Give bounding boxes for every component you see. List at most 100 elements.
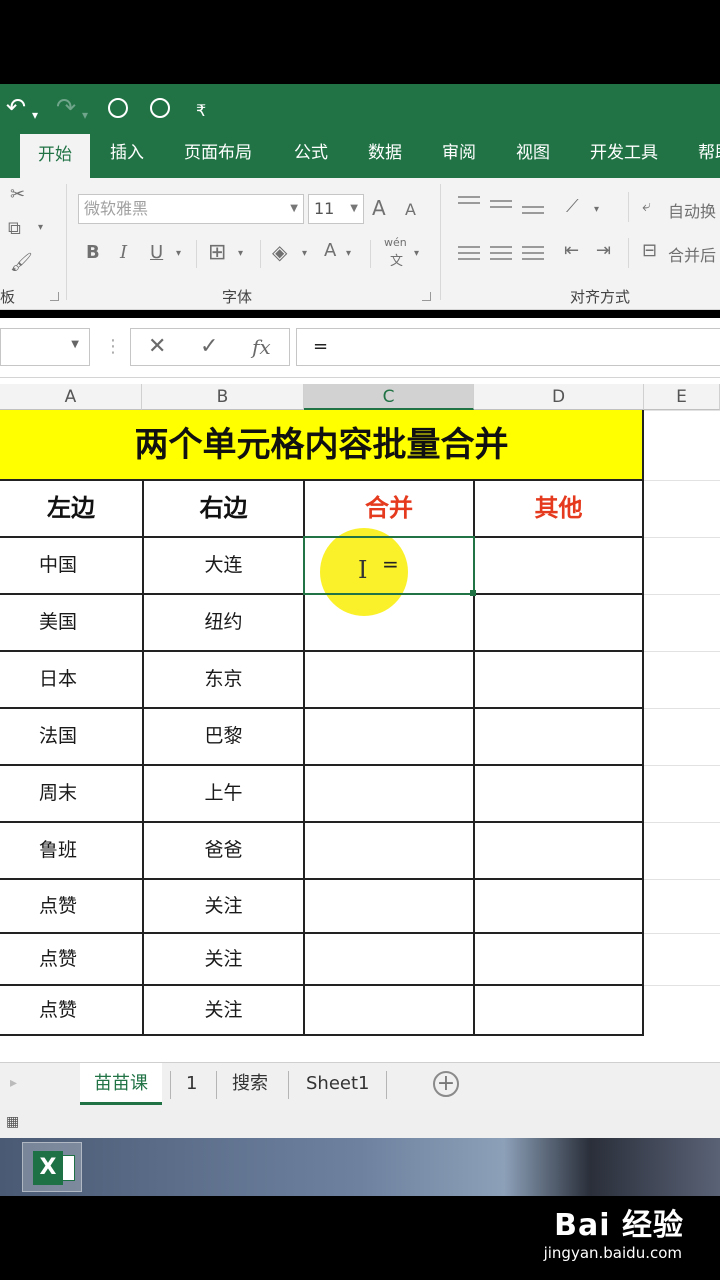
add-sheet-button[interactable]: + (433, 1071, 459, 1097)
column-header-e[interactable]: E (644, 384, 720, 410)
cell-b[interactable]: 东京 (144, 651, 303, 708)
name-box[interactable]: ▼ (0, 328, 90, 366)
cell-b[interactable]: 大连 (144, 537, 303, 594)
merge-center-button[interactable]: 合并后 (668, 242, 716, 266)
tab-insert[interactable]: 插入 (110, 132, 144, 178)
copy-icon[interactable]: ⧉ (8, 218, 21, 239)
enter-button[interactable]: ✓ (200, 328, 218, 366)
circle-icon[interactable] (150, 98, 170, 118)
cell-b[interactable]: 纽约 (144, 594, 303, 651)
cell-b[interactable]: 巴黎 (144, 708, 303, 765)
copy-dropdown-icon[interactable]: ▾ (38, 222, 43, 233)
cell-a[interactable]: 周末 (0, 765, 116, 822)
column-header-a[interactable]: A (0, 384, 142, 410)
header-merge[interactable]: 合并 (305, 480, 473, 537)
cell-b[interactable]: 关注 (144, 933, 303, 985)
sheet-tab-miaomiao[interactable]: 苗苗课 (80, 1063, 162, 1105)
cell-b[interactable]: 关注 (144, 985, 303, 1035)
orientation-dropdown-icon[interactable]: ▾ (594, 204, 599, 215)
shrink-font-button[interactable]: A (405, 200, 416, 219)
border-icon[interactable]: ⊞ (208, 240, 226, 265)
sheet-tab-1[interactable]: 1 (172, 1063, 211, 1105)
table-title[interactable]: 两个单元格内容批量合并 (0, 410, 643, 480)
tab-help[interactable]: 帮助 (698, 132, 720, 178)
cell-a[interactable]: 中国 (0, 537, 116, 594)
merge-icon[interactable]: ⊟ (642, 240, 657, 261)
phonetic-button[interactable]: wén (384, 236, 407, 249)
tab-review[interactable]: 审阅 (442, 132, 476, 178)
italic-button[interactable]: I (120, 242, 127, 263)
sheet-tab-sheet1[interactable]: Sheet1 (292, 1063, 384, 1105)
underline-dropdown-icon[interactable]: ▾ (176, 248, 181, 259)
cell-a[interactable]: 鲁班 (0, 822, 116, 879)
insert-function-button[interactable]: fx (252, 328, 271, 366)
cell-a[interactable]: 日本 (0, 651, 116, 708)
font-size-combo[interactable]: 11 ▼ (308, 194, 364, 224)
active-cell-value: = (382, 552, 399, 576)
tab-page-layout[interactable]: 页面布局 (184, 132, 252, 178)
tab-view[interactable]: 视图 (516, 132, 550, 178)
cell-a[interactable]: 点赞 (0, 933, 116, 985)
worksheet-grid[interactable]: A B C D E 两个单元格内容批量合并 左边 右边 合并 其他 中国 大连 … (0, 378, 720, 1062)
fill-color-icon[interactable]: ◈ (272, 240, 287, 264)
formula-bar: ▼ ⋮ ✕ ✓ fx = (0, 318, 720, 378)
font-launcher-icon[interactable] (422, 292, 431, 301)
font-name-combo[interactable]: 微软雅黑 ▼ (78, 194, 304, 224)
column-header-c[interactable]: C (304, 384, 474, 410)
excel-taskbar-icon[interactable]: X (22, 1142, 82, 1192)
tab-developer[interactable]: 开发工具 (590, 132, 658, 178)
format-painter-icon[interactable]: 🖌 (10, 252, 33, 273)
tab-home[interactable]: 开始 (20, 132, 90, 178)
cell-a[interactable]: 点赞 (0, 879, 116, 933)
cancel-button[interactable]: ✕ (148, 328, 166, 366)
sheet-tab-search[interactable]: 搜索 (218, 1063, 282, 1105)
cell-a[interactable]: 点赞 (0, 985, 116, 1035)
undo-icon[interactable]: ↶ (6, 92, 26, 122)
cell-b[interactable]: 上午 (144, 765, 303, 822)
circle-icon[interactable] (108, 98, 128, 118)
border-dropdown-icon[interactable]: ▾ (238, 248, 243, 259)
align-top-icon[interactable] (458, 196, 480, 212)
column-header-b[interactable]: B (142, 384, 304, 410)
increase-indent-icon[interactable]: ⇥ (596, 240, 611, 261)
redo-dropdown-icon[interactable]: ▾ (82, 100, 88, 130)
bold-button[interactable]: B (86, 242, 100, 263)
cut-icon[interactable]: ✂ (10, 184, 25, 205)
wrap-text-button[interactable]: 自动换 (668, 198, 716, 222)
phonetic-dropdown-icon[interactable]: ▾ (414, 248, 419, 259)
align-right-icon[interactable] (522, 246, 544, 262)
scroll-left-icon[interactable]: ▸ (10, 1075, 17, 1091)
cell-a[interactable]: 法国 (0, 708, 116, 765)
clipboard-launcher-icon[interactable] (50, 292, 59, 301)
divider (216, 1071, 217, 1099)
underline-button[interactable]: U (150, 242, 163, 263)
divider (288, 1071, 289, 1099)
cell-b[interactable]: 爸爸 (144, 822, 303, 879)
undo-dropdown-icon[interactable]: ▾ (32, 100, 38, 130)
redo-icon[interactable]: ↷ (56, 92, 76, 122)
column-header-d[interactable]: D (474, 384, 644, 410)
formula-input[interactable]: = (296, 328, 720, 366)
font-color-button[interactable]: A (324, 240, 336, 261)
header-left[interactable]: 左边 (0, 480, 142, 537)
fill-dropdown-icon[interactable]: ▾ (302, 248, 307, 259)
align-left-icon[interactable] (458, 246, 480, 262)
grow-font-button[interactable]: A (372, 196, 386, 220)
cell-b[interactable]: 关注 (144, 879, 303, 933)
tab-data[interactable]: 数据 (368, 132, 402, 178)
decrease-indent-icon[interactable]: ⇤ (564, 240, 579, 261)
fill-handle[interactable] (470, 590, 476, 596)
tab-formulas[interactable]: 公式 (294, 132, 328, 178)
wrap-text-icon[interactable]: ⤶ (642, 196, 651, 216)
header-right[interactable]: 右边 (144, 480, 303, 537)
align-center-icon[interactable] (490, 246, 512, 262)
macro-record-icon[interactable]: ▦ (6, 1114, 19, 1130)
align-middle-icon[interactable] (490, 200, 512, 216)
align-bottom-icon[interactable] (522, 206, 544, 222)
font-color-dropdown-icon[interactable]: ▾ (346, 248, 351, 259)
cell-a[interactable]: 美国 (0, 594, 116, 651)
customize-quick-access-icon[interactable]: ₹ (196, 96, 206, 126)
divider (386, 1071, 387, 1099)
orientation-icon[interactable]: ⟋ (566, 196, 579, 217)
header-other[interactable]: 其他 (475, 480, 642, 537)
